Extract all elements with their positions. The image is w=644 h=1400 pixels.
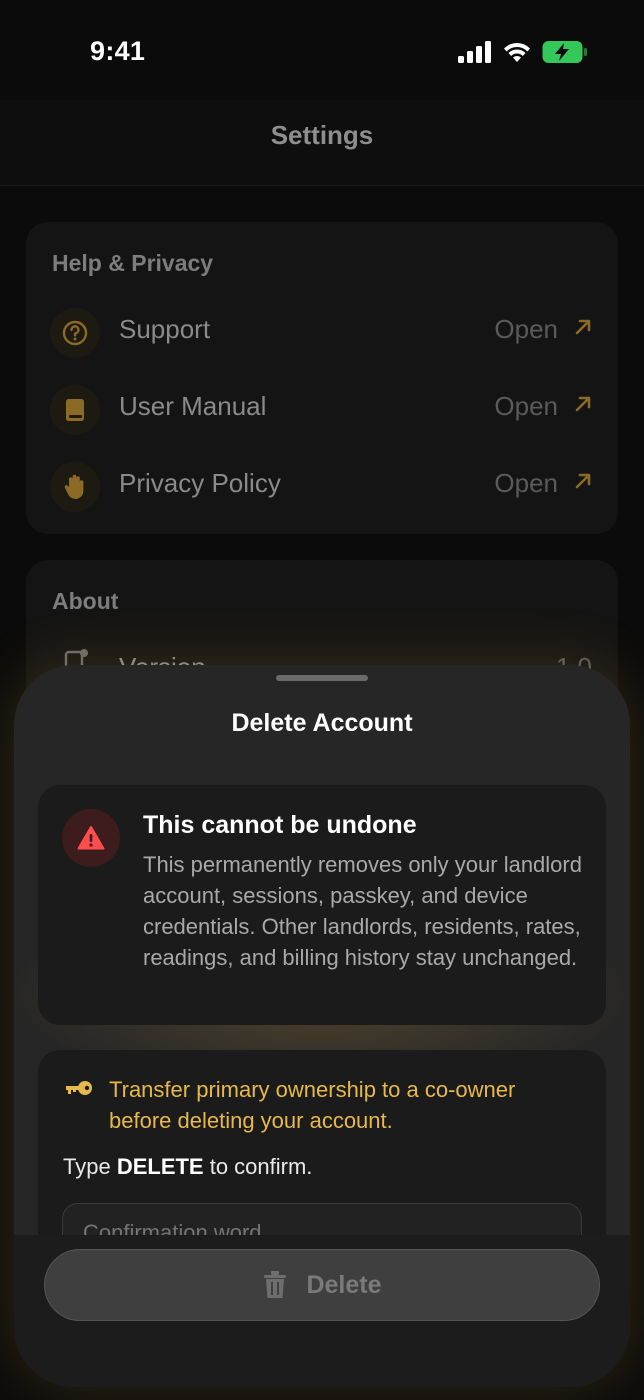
instruction-prefix: Type [63,1154,117,1179]
book-icon [50,385,100,435]
hand-icon [50,462,100,512]
help-privacy-section: Help & Privacy Support Open User Manual … [26,222,618,534]
warning-icon [62,809,120,867]
status-icons [458,40,588,64]
navigation-bar: Settings [0,100,644,186]
key-icon [66,1081,92,1095]
row-value: Open [494,391,558,421]
user-manual-row[interactable]: User Manual Open [26,379,618,439]
row-label: Support [119,314,211,344]
question-circle-icon [50,308,100,358]
warning-body: This permanently removes only your landl… [143,852,582,970]
cellular-signal-icon [458,41,491,63]
bottom-action-bar: Delete [14,1235,630,1387]
row-value: Open [494,314,558,344]
warning-heading: This cannot be undone [143,811,417,839]
support-row[interactable]: Support Open [26,302,618,362]
battery-charging-icon [542,41,587,63]
sheet-title: Delete Account [231,709,413,737]
delete-label: Delete [306,1270,382,1299]
sheet-grabber[interactable] [276,675,368,681]
instruction-suffix: to confirm. [203,1154,313,1179]
privacy-policy-row[interactable]: Privacy Policy Open [26,456,618,516]
confirm-keyword: DELETE [116,1154,204,1179]
wifi-icon [504,42,530,62]
confirm-instruction: Type DELETE to confirm. [63,1154,312,1180]
trash-icon [264,1271,287,1298]
external-link-arrow-icon [575,396,591,412]
delete-button[interactable]: Delete [44,1249,600,1321]
page-title: Settings [270,120,374,150]
row-value: Open [494,468,558,498]
external-link-arrow-icon [575,473,591,489]
status-bar: 9:41 [0,0,644,100]
row-label: Privacy Policy [119,468,281,498]
status-time: 9:41 [90,36,146,66]
warning-card: This cannot be undone This permanently r… [38,785,606,1025]
delete-account-sheet: Delete Account This cannot be undone Thi… [14,665,630,1387]
section-title: About [52,588,119,614]
external-link-arrow-icon [575,319,591,335]
transfer-ownership-notice: Transfer primary ownership to a co-owner… [109,1077,516,1133]
section-title: Help & Privacy [52,250,214,276]
row-label: User Manual [119,391,267,421]
